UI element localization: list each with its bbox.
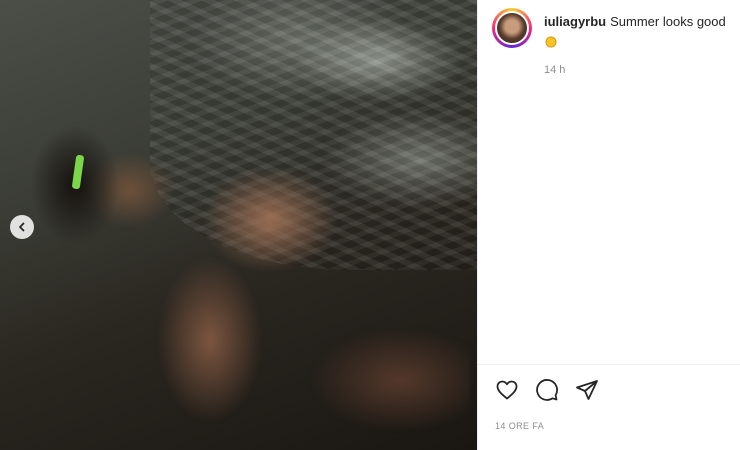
previous-slide-button[interactable] [10, 215, 34, 239]
action-bar [494, 377, 600, 403]
story-ring[interactable] [492, 8, 532, 48]
comment-icon [536, 379, 558, 401]
divider [478, 364, 740, 365]
sun-emoji-icon [544, 35, 558, 49]
post-side-panel: iuliagyrbu Summer looks good 14 h 14 ORE… [477, 0, 740, 450]
username-link[interactable]: iuliagyrbu [544, 14, 606, 29]
comment-button[interactable] [534, 377, 560, 403]
caption-text: Summer looks good [610, 14, 726, 29]
share-button[interactable] [574, 377, 600, 403]
post-timestamp[interactable]: 14 ORE FA [495, 421, 544, 431]
heart-icon [496, 380, 518, 400]
like-button[interactable] [494, 377, 520, 403]
chevron-left-icon [19, 222, 25, 232]
post-photo[interactable] [0, 0, 477, 450]
caption: iuliagyrbu Summer looks good [544, 13, 738, 54]
caption-time[interactable]: 14 h [544, 64, 565, 76]
avatar[interactable] [495, 11, 529, 45]
instagram-post: iuliagyrbu Summer looks good 14 h 14 ORE… [0, 0, 740, 450]
share-icon [576, 380, 598, 400]
caption-row: iuliagyrbu Summer looks good [492, 8, 738, 54]
